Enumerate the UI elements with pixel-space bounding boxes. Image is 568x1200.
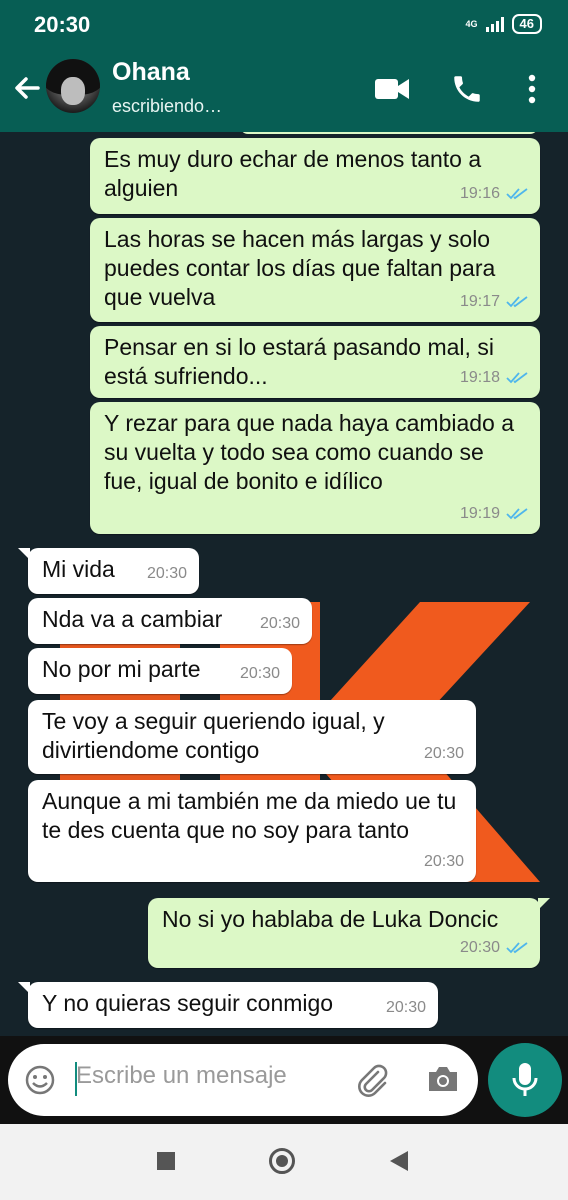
- message-time: 19:16: [459, 185, 500, 202]
- message-bubble[interactable]: Y rezar para que nada haya cambiado a su…: [90, 402, 540, 534]
- double-check-icon: [506, 941, 528, 953]
- back-nav-icon[interactable]: [388, 1150, 410, 1172]
- mic-button[interactable]: [488, 1043, 562, 1117]
- message-bubble[interactable]: Aunque a mi también me da miedo ue tu te…: [28, 780, 476, 882]
- system-navigation-bar: [0, 1124, 568, 1200]
- battery-icon: 46: [511, 14, 542, 34]
- recents-icon[interactable]: [157, 1152, 175, 1170]
- double-check-icon: [506, 371, 528, 383]
- signal-icon: [485, 16, 504, 32]
- message-time: 19:17: [459, 293, 500, 310]
- message-time: 19:19: [459, 505, 500, 522]
- status-icons: 4G 46: [466, 14, 542, 34]
- message-time: 20:30: [385, 999, 426, 1016]
- avatar[interactable]: [46, 59, 100, 113]
- message-bubble[interactable]: Las horas se hacen más largas y solo pue…: [90, 218, 540, 322]
- message-bubble[interactable]: No si yo hablaba de Luka Doncic 20:30: [148, 898, 550, 968]
- more-vert-icon[interactable]: [522, 72, 542, 106]
- message-bubble[interactable]: Mi vida 20:30: [18, 548, 199, 594]
- message-bubble[interactable]: Pensar en si lo estará pasando mal, si e…: [90, 326, 540, 398]
- double-check-icon: [506, 187, 528, 199]
- home-icon[interactable]: [269, 1148, 295, 1174]
- message-composer: Escribe un mensaje: [8, 1044, 478, 1116]
- phone-icon[interactable]: [450, 72, 484, 106]
- double-check-icon: [506, 295, 528, 307]
- status-bar: 20:30 4G 46: [0, 0, 568, 46]
- chat-area[interactable]: Es muy duro echar de menos tanto a algui…: [0, 132, 568, 1036]
- message-text: Y rezar para que nada haya cambiado a su…: [104, 410, 515, 494]
- status-time: 20:30: [34, 12, 91, 37]
- contact-status: escribiendo…: [112, 96, 223, 116]
- message-time: 20:30: [259, 615, 300, 632]
- message-time: 20:30: [423, 745, 464, 762]
- previous-message-sliver: [240, 132, 538, 134]
- double-check-icon: [506, 507, 528, 519]
- arrow-left-icon[interactable]: [8, 68, 48, 108]
- mic-icon: [512, 1063, 538, 1096]
- camera-icon[interactable]: [426, 1064, 460, 1094]
- message-bubble[interactable]: Nda va a cambiar 20:30: [28, 598, 312, 644]
- message-text: Aunque a mi también me da miedo ue tu te…: [42, 788, 457, 843]
- message-time: 19:18: [459, 369, 500, 386]
- message-time: 20:30: [239, 665, 280, 682]
- network-type: 4G: [465, 18, 478, 29]
- paperclip-icon[interactable]: [356, 1062, 390, 1098]
- message-time: 20:30: [146, 565, 187, 582]
- emoji-icon[interactable]: [24, 1064, 56, 1096]
- message-bubble[interactable]: Te voy a seguir queriendo igual, y divir…: [28, 700, 476, 774]
- message-bubble[interactable]: Es muy duro echar de menos tanto a algui…: [90, 138, 540, 214]
- message-time: 20:30: [459, 939, 500, 956]
- video-call-icon[interactable]: [374, 76, 410, 102]
- message-time: 20:30: [423, 853, 464, 870]
- message-text: Y no quieras seguir conmigo: [42, 990, 334, 1016]
- message-bubble[interactable]: Y no quieras seguir conmigo 20:30: [18, 982, 438, 1028]
- chat-header: Ohana escribiendo…: [0, 46, 568, 132]
- contact-name[interactable]: Ohana: [112, 58, 190, 87]
- message-bubble[interactable]: No por mi parte 20:30: [28, 648, 292, 694]
- message-text: No si yo hablaba de Luka Doncic: [162, 906, 499, 932]
- message-text: Te voy a seguir queriendo igual, y divir…: [42, 708, 385, 763]
- message-input[interactable]: Escribe un mensaje: [76, 1062, 287, 1090]
